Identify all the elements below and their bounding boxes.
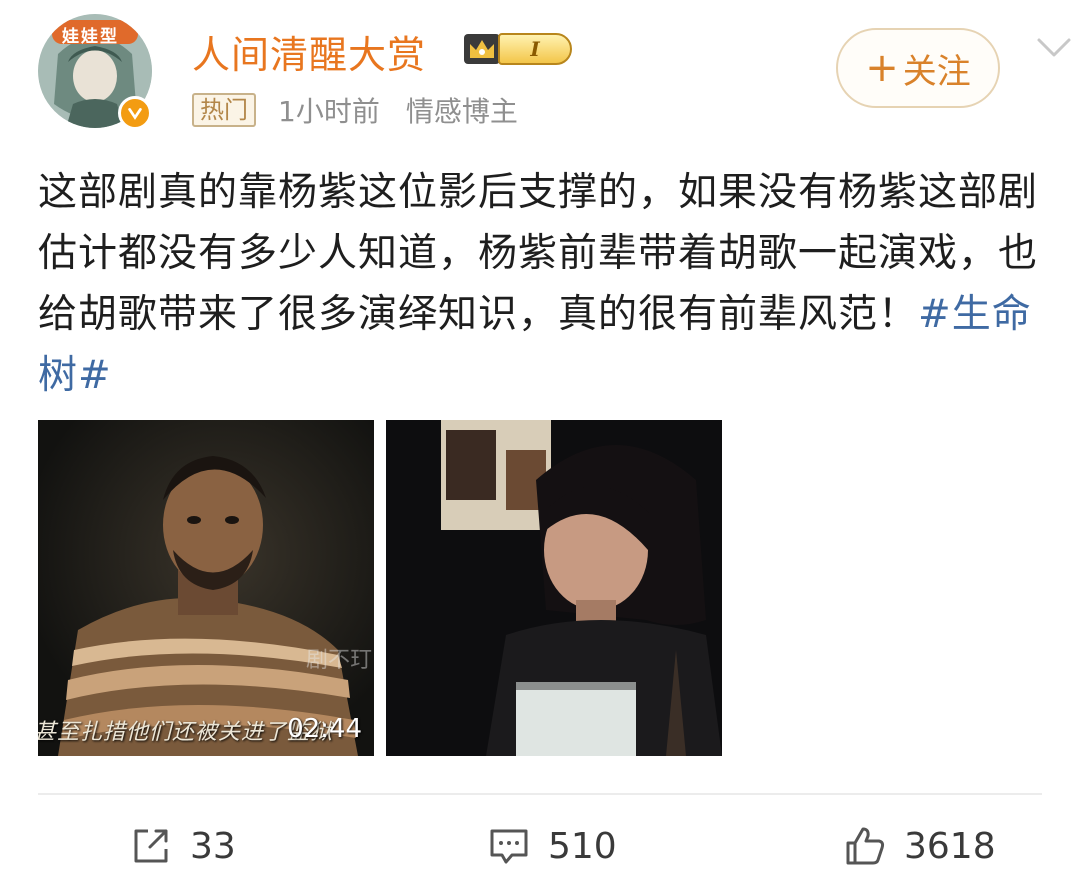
avatar-badge-text: 娃娃型 [62, 27, 119, 47]
like-count: 3618 [904, 825, 996, 867]
divider [38, 793, 1042, 795]
author-role: 情感博主 [405, 95, 518, 128]
post-time: 1小时前 [278, 95, 380, 128]
like-button[interactable]: 3618 [842, 818, 996, 870]
chevron-down-icon[interactable] [1036, 36, 1072, 60]
comment-icon [490, 829, 528, 864]
plus-icon: + [865, 45, 899, 91]
follow-label: 关注 [902, 51, 971, 92]
weibo-post: 娃娃型 人间清醒大赏 I 热门 1小时前 情感博主 + 关注 这部剧真的靠杨紫这… [0, 0, 1080, 870]
hot-tag[interactable]: 热门 [192, 93, 256, 127]
post-text: 这部剧真的靠杨紫这位影后支撑的，如果没有杨紫这部剧估计都没有多少人知道，杨紫前辈… [38, 170, 1039, 337]
repost-count: 33 [190, 825, 236, 867]
crown-icon [464, 34, 500, 64]
comment-button[interactable]: 510 [486, 818, 617, 870]
video-duration: 02:44 [287, 714, 362, 744]
image-frame [386, 420, 722, 756]
level-text: I [498, 33, 572, 65]
post-image[interactable] [386, 420, 722, 756]
repost-icon [134, 829, 168, 863]
like-icon [846, 827, 885, 865]
repost-button[interactable]: 33 [128, 818, 236, 870]
author-name[interactable]: 人间清醒大赏 [192, 24, 426, 79]
video-frame-image [38, 420, 374, 756]
follow-button[interactable]: + 关注 [836, 28, 1000, 108]
comment-count: 510 [548, 825, 617, 867]
video-thumbnail[interactable]: 剧不玎 甚至扎措他们还被关进了监狱 02:44 [38, 420, 374, 756]
verified-badge-icon [118, 96, 152, 130]
level-badge[interactable]: I [462, 30, 572, 68]
post-meta: 热门 1小时前 情感博主 [192, 92, 518, 128]
video-watermark: 剧不玎 [306, 648, 373, 673]
post-body: 这部剧真的靠杨紫这位影后支撑的，如果没有杨紫这部剧估计都没有多少人知道，杨紫前辈… [38, 162, 1050, 406]
